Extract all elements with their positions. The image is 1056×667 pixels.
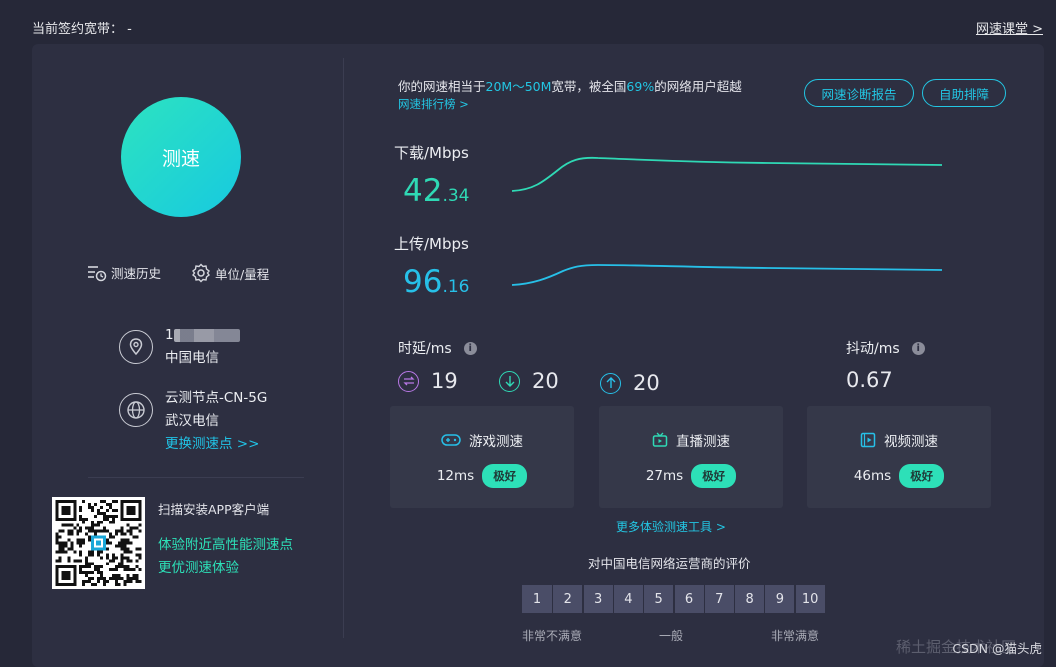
gamepad-icon — [441, 434, 461, 446]
qr-line-2: 更优测速体验 — [158, 560, 239, 576]
exchange-icon — [398, 370, 419, 392]
rating-score-3[interactable]: 3 — [582, 585, 613, 613]
ip-address: 1 — [165, 324, 240, 347]
csdn-watermark: CSDN @猫头虎 — [952, 641, 1042, 656]
rating-title: 对中国电信网络运营商的评价 — [588, 556, 751, 571]
arrow-up-icon — [600, 372, 621, 394]
rating-score-1[interactable]: 1 — [522, 585, 552, 613]
download-curve — [511, 156, 943, 192]
left-divider — [88, 477, 304, 478]
rating-score-4[interactable]: 4 — [612, 585, 643, 613]
download-label: 下载/Mbps — [394, 144, 469, 162]
rating-score-7[interactable]: 7 — [703, 585, 734, 613]
latency-down: 20 — [499, 369, 559, 393]
latency-up: 20 — [600, 371, 660, 395]
history-label: 测速历史 — [111, 266, 162, 281]
self-troubleshoot-button[interactable]: 自助排障 — [922, 79, 1006, 107]
diagnose-report-button[interactable]: 网速诊断报告 — [804, 79, 914, 107]
gear-icon — [192, 263, 210, 283]
qr-title: 扫描安装APP客户端 — [158, 502, 270, 517]
column-divider — [343, 58, 344, 638]
video-test-card[interactable]: 视频测速 46ms 极好 — [807, 406, 991, 508]
live-test-card[interactable]: 直播测速 27ms 极好 — [599, 406, 783, 508]
arrow-down-icon — [499, 370, 520, 392]
speed-summary: 你的网速相当于20M～50M宽带，被全国69%的网络用户超越 — [398, 79, 742, 94]
qr-line-1: 体验附近高性能测速点 — [158, 537, 293, 553]
isp-name: 中国电信 — [165, 350, 219, 366]
rating-mid-label: 一般 — [659, 629, 684, 643]
upload-value: 96.16 — [403, 264, 470, 300]
latency-exchange: 19 — [398, 369, 458, 393]
history-icon — [88, 265, 107, 281]
rating-score-9[interactable]: 9 — [764, 585, 795, 613]
node-name: 云测节点-CN-5G — [165, 390, 268, 406]
tv-icon — [652, 432, 668, 447]
video-rating-badge: 极好 — [899, 464, 945, 488]
unit-label: 单位/量程 — [215, 266, 270, 282]
speed-course-link[interactable]: 网速课堂 > — [976, 18, 1043, 37]
live-rating-badge: 极好 — [691, 464, 737, 488]
globe-icon — [119, 393, 153, 427]
unit-range-button[interactable]: 单位/量程 — [191, 263, 269, 283]
node-isp: 武汉电信 — [165, 413, 219, 429]
upload-curve — [511, 264, 943, 286]
game-rating-badge: 极好 — [482, 464, 528, 488]
download-value: 42.34 — [403, 173, 470, 209]
app-qr-code — [52, 497, 145, 589]
contract-bandwidth: 当前签约宽带： - — [32, 18, 132, 37]
rating-score-6[interactable]: 6 — [673, 585, 704, 613]
more-tools-link[interactable]: 更多体验测速工具 > — [616, 518, 726, 535]
contract-value: - — [127, 22, 132, 37]
speedtest-history-button[interactable]: 测速历史 — [87, 263, 161, 282]
rating-score-8[interactable]: 8 — [734, 585, 765, 613]
jitter-label: 抖动/ms i — [846, 338, 925, 358]
latency-info-icon[interactable]: i — [463, 341, 477, 355]
rating-low-label: 非常不满意 — [522, 629, 583, 643]
main-panel: 测速 测速历史 单位/量程 1 中国电信 云测节点-CN-5G 武汉电信 更换测… — [32, 44, 1044, 667]
jitter-info-icon[interactable]: i — [911, 341, 925, 355]
latency-label: 时延/ms i — [398, 338, 477, 358]
location-pin-icon — [119, 330, 153, 364]
rating-score-5[interactable]: 5 — [643, 585, 674, 613]
jitter-value: 0.67 — [846, 368, 893, 392]
rating-score-10[interactable]: 10 — [794, 585, 825, 613]
speed-ranking-link[interactable]: 网速排行榜 > — [398, 96, 469, 112]
upload-label: 上传/Mbps — [394, 235, 469, 253]
node-info: 云测节点-CN-5G 武汉电信 更换测速点 >> — [119, 387, 267, 456]
rating-score-2[interactable]: 2 — [552, 585, 583, 613]
rating-high-label: 非常满意 — [771, 629, 820, 643]
ip-info: 1 中国电信 — [119, 324, 240, 370]
start-speedtest-button[interactable]: 测速 — [121, 97, 241, 217]
masked-ip — [173, 328, 240, 342]
game-test-card[interactable]: 游戏测速 12ms 极好 — [390, 406, 574, 508]
change-node-link[interactable]: 更换测速点 >> — [165, 433, 267, 456]
contract-label: 当前签约宽带： — [32, 22, 124, 37]
video-icon — [860, 432, 876, 448]
